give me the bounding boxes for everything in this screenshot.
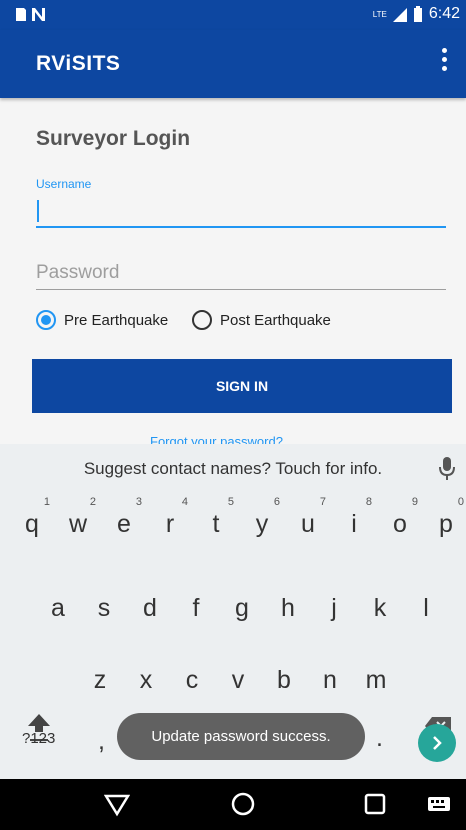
key-q[interactable]: 1q [12, 496, 52, 539]
key-letter: y [255, 510, 269, 538]
key-l[interactable]: l [406, 594, 446, 623]
status-bar: LTE 6:42 [0, 0, 466, 30]
username-field[interactable] [36, 226, 446, 228]
status-right-group: LTE 6:42 [373, 5, 460, 23]
toast-message: Update password success. [117, 713, 365, 760]
key-b[interactable]: b [264, 666, 304, 695]
password-underline [36, 289, 446, 290]
nav-bar [0, 779, 466, 830]
key-p[interactable]: 0p [426, 496, 466, 539]
keyboard-switch-icon[interactable] [426, 791, 452, 817]
key-s[interactable]: s [84, 594, 124, 623]
key-y[interactable]: 6y [242, 496, 282, 539]
status-notification-icons [14, 6, 50, 27]
key-letter: p [439, 510, 453, 538]
symbols-key[interactable]: ?123 [22, 730, 55, 747]
signal-icon [392, 8, 407, 22]
key-letter: r [165, 510, 175, 538]
battery-icon [413, 6, 422, 22]
home-icon[interactable] [230, 791, 256, 817]
key-t[interactable]: 5t [196, 496, 236, 539]
key-number-hint: 6 [273, 496, 280, 508]
keyboard-suggestion[interactable]: Suggest contact names? Touch for info. [0, 444, 466, 494]
key-letter: t [212, 510, 220, 538]
radio-label: Pre Earthquake [64, 311, 169, 329]
radio-selected-icon [36, 310, 56, 330]
key-number-hint: 0 [457, 496, 464, 508]
radio-post-earthquake[interactable]: Post Earthquake [192, 308, 331, 332]
comma-key[interactable]: , [98, 727, 105, 756]
key-number-hint: 4 [181, 496, 188, 508]
key-number-hint: 1 [43, 496, 50, 508]
key-i[interactable]: 8i [334, 496, 374, 539]
key-j[interactable]: j [314, 594, 354, 623]
key-letter: q [25, 510, 39, 538]
username-label: Username [36, 177, 92, 191]
chevron-right-icon [433, 736, 442, 750]
key-m[interactable]: m [356, 666, 396, 695]
key-h[interactable]: h [268, 594, 308, 623]
key-letter: u [301, 510, 315, 538]
key-e[interactable]: 3e [104, 496, 144, 539]
key-z[interactable]: z [80, 666, 120, 695]
key-f[interactable]: f [176, 594, 216, 623]
radio-label: Post Earthquake [220, 311, 331, 329]
mic-icon[interactable] [438, 456, 456, 482]
key-k[interactable]: k [360, 594, 400, 623]
text-cursor [37, 200, 39, 222]
key-letter: e [117, 510, 131, 538]
key-number-hint: 9 [411, 496, 418, 508]
key-number-hint: 5 [227, 496, 234, 508]
app-bar: RViSITS [0, 30, 466, 98]
enter-key[interactable] [418, 724, 456, 762]
key-letter: i [351, 510, 357, 538]
key-r[interactable]: 4r [150, 496, 190, 539]
key-w[interactable]: 2w [58, 496, 98, 539]
key-letter: o [393, 510, 407, 538]
lte-label: LTE [372, 9, 387, 19]
period-key[interactable]: . [376, 724, 383, 753]
page-title: Surveyor Login [36, 127, 191, 150]
key-a[interactable]: a [38, 594, 78, 623]
key-n[interactable]: n [310, 666, 350, 695]
key-letter: w [68, 510, 88, 538]
key-number-hint: 3 [135, 496, 142, 508]
radio-pre-earthquake[interactable]: Pre Earthquake [36, 308, 168, 332]
sign-in-button[interactable]: SIGN IN [32, 359, 452, 413]
password-field[interactable]: Password [36, 262, 119, 284]
suggestion-text: Suggest contact names? Touch for info. [83, 459, 383, 478]
key-number-hint: 7 [319, 496, 326, 508]
key-number-hint: 8 [365, 496, 372, 508]
key-x[interactable]: x [126, 666, 166, 695]
app-title: RViSITS [36, 52, 121, 75]
key-number-hint: 2 [89, 496, 96, 508]
recents-icon[interactable] [362, 791, 388, 817]
clock: 6:42 [428, 5, 460, 22]
key-d[interactable]: d [130, 594, 170, 623]
more-vert-icon[interactable] [440, 48, 448, 78]
radio-unselected-icon [192, 310, 212, 330]
forgot-password-link[interactable]: Forgot your password? [150, 434, 283, 444]
key-o[interactable]: 9o [380, 496, 420, 539]
key-v[interactable]: v [218, 666, 258, 695]
back-icon[interactable] [104, 791, 130, 817]
key-g[interactable]: g [222, 594, 262, 623]
key-u[interactable]: 7u [288, 496, 328, 539]
key-c[interactable]: c [172, 666, 212, 695]
